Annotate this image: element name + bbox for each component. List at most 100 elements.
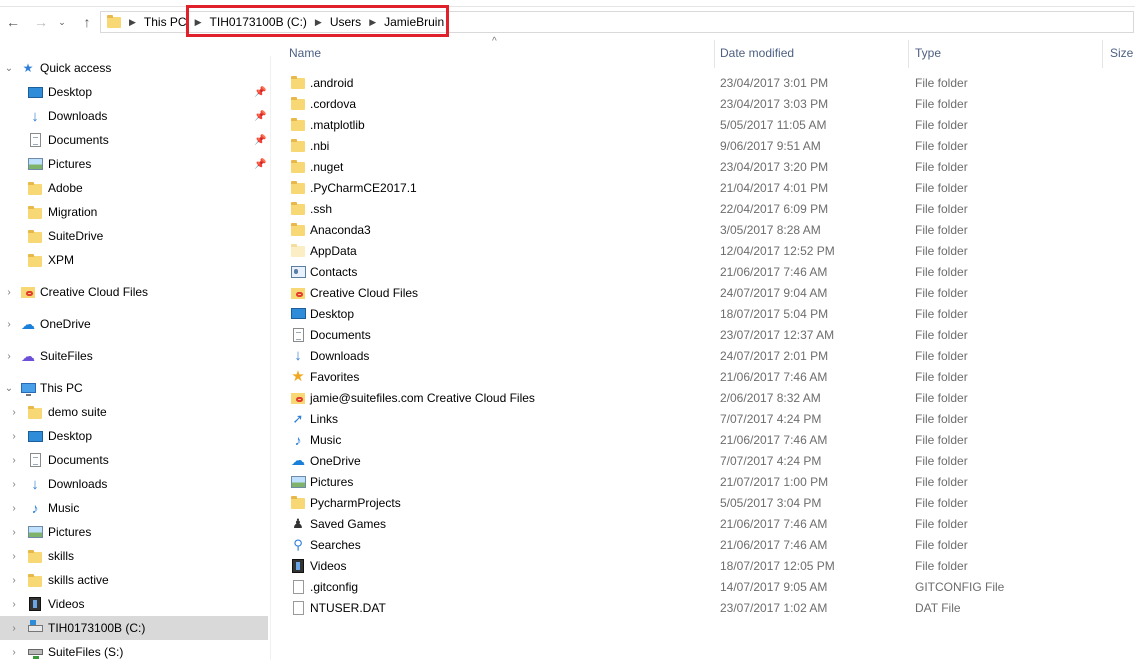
file-row[interactable]: Pictures 21/07/2017 1:00 PM File folder — [286, 471, 1135, 492]
file-row[interactable]: ➚ Links 7/07/2017 4:24 PM File folder — [286, 408, 1135, 429]
chevron-right-icon[interactable]: › — [9, 431, 19, 442]
file-date-modified: 21/04/2017 4:01 PM — [720, 180, 829, 195]
chevron-right-icon[interactable]: › — [9, 407, 19, 418]
column-divider[interactable] — [1102, 40, 1103, 68]
sidebar-item-desktop[interactable]: Desktop 📌 — [0, 80, 268, 104]
column-header-size[interactable]: Size — [1110, 46, 1133, 60]
file-row[interactable]: Creative Cloud Files 24/07/2017 9:04 AM … — [286, 282, 1135, 303]
chevron-right-icon[interactable]: › — [9, 575, 19, 586]
sidebar-item-suitefiles-drive[interactable]: › SuiteFiles (S:) — [0, 640, 268, 664]
back-arrow-icon[interactable]: ← — [4, 13, 22, 31]
chevron-right-icon[interactable]: › — [9, 599, 19, 610]
file-row[interactable]: ♟ Saved Games 21/06/2017 7:46 AM File fo… — [286, 513, 1135, 534]
chevron-right-icon[interactable]: › — [9, 647, 19, 658]
documents-icon — [27, 452, 43, 468]
documents-icon — [290, 327, 306, 343]
column-header-date-modified[interactable]: Date modified — [720, 46, 794, 60]
file-icon — [290, 600, 306, 616]
file-row[interactable]: .matplotlib 5/05/2017 11:05 AM File fold… — [286, 114, 1135, 135]
chevron-right-icon[interactable]: › — [9, 623, 19, 634]
breadcrumb-separator-icon[interactable]: ▶ — [129, 17, 136, 28]
file-date-modified: 3/05/2017 8:28 AM — [720, 222, 821, 237]
chevron-right-icon[interactable]: › — [9, 551, 19, 562]
file-type: File folder — [915, 264, 968, 279]
breadcrumb-this-pc[interactable]: This PC — [144, 15, 187, 29]
folder-icon — [290, 159, 306, 175]
sidebar-item-adobe[interactable]: Adobe — [0, 176, 268, 200]
chevron-right-icon[interactable]: › — [9, 503, 19, 514]
chevron-down-icon[interactable]: ⌄ — [4, 63, 14, 74]
forward-arrow-icon[interactable]: → — [32, 13, 50, 31]
sidebar-item-xpm[interactable]: XPM — [0, 248, 268, 272]
file-row[interactable]: jamie@suitefiles.com Creative Cloud File… — [286, 387, 1135, 408]
sidebar-item-documents-pc[interactable]: › Documents — [0, 448, 268, 472]
sidebar-item-this-pc[interactable]: ⌄ This PC — [0, 376, 268, 400]
file-row[interactable]: Contacts 21/06/2017 7:46 AM File folder — [286, 261, 1135, 282]
chevron-right-icon[interactable]: › — [9, 479, 19, 490]
file-row[interactable]: Videos 18/07/2017 12:05 PM File folder — [286, 555, 1135, 576]
sidebar-item-demo-suite[interactable]: › demo suite — [0, 400, 268, 424]
sidebar-item-migration[interactable]: Migration — [0, 200, 268, 224]
file-row[interactable]: ♪ Music 21/06/2017 7:46 AM File folder — [286, 429, 1135, 450]
file-row[interactable]: Desktop 18/07/2017 5:04 PM File folder — [286, 303, 1135, 324]
column-divider[interactable] — [714, 40, 715, 68]
folder-icon — [290, 495, 306, 511]
file-row[interactable]: .gitconfig 14/07/2017 9:05 AM GITCONFIG … — [286, 576, 1135, 597]
file-row[interactable]: .nuget 23/04/2017 3:20 PM File folder — [286, 156, 1135, 177]
sidebar-item-downloads[interactable]: ↓ Downloads 📌 — [0, 104, 268, 128]
sidebar-item-suitedrive[interactable]: SuiteDrive — [0, 224, 268, 248]
chevron-right-icon[interactable]: › — [4, 287, 14, 298]
folder-icon — [27, 180, 43, 196]
sidebar-item-skills-active[interactable]: › skills active — [0, 568, 268, 592]
recent-locations-chevron-icon[interactable]: ⌄ — [56, 13, 68, 31]
file-date-modified: 18/07/2017 12:05 PM — [720, 558, 835, 573]
pin-icon[interactable]: 📌 — [254, 111, 266, 122]
column-header-name[interactable]: Name — [289, 46, 321, 60]
downloads-icon: ↓ — [294, 347, 302, 364]
sidebar-item-music[interactable]: › ♪ Music — [0, 496, 268, 520]
file-row[interactable]: PycharmProjects 5/05/2017 3:04 PM File f… — [286, 492, 1135, 513]
sidebar-item-documents[interactable]: Documents 📌 — [0, 128, 268, 152]
column-divider[interactable] — [908, 40, 909, 68]
file-row[interactable]: Anaconda3 3/05/2017 8:28 AM File folder — [286, 219, 1135, 240]
sidebar-item-skills[interactable]: › skills — [0, 544, 268, 568]
file-row[interactable]: .android 23/04/2017 3:01 PM File folder — [286, 72, 1135, 93]
file-row[interactable]: NTUSER.DAT 23/07/2017 1:02 AM DAT File — [286, 597, 1135, 618]
sidebar-item-onedrive[interactable]: › ☁ OneDrive — [0, 312, 268, 336]
chevron-right-icon[interactable]: › — [4, 351, 14, 362]
file-row[interactable]: .nbi 9/06/2017 9:51 AM File folder — [286, 135, 1135, 156]
sidebar-item-label: skills — [48, 549, 74, 563]
folder-icon — [290, 201, 306, 217]
sidebar-item-desktop-pc[interactable]: › Desktop — [0, 424, 268, 448]
sidebar-item-creative-cloud-files[interactable]: › Creative Cloud Files — [0, 280, 268, 304]
file-row[interactable]: ↓ Downloads 24/07/2017 2:01 PM File fold… — [286, 345, 1135, 366]
file-row[interactable]: Documents 23/07/2017 12:37 AM File folde… — [286, 324, 1135, 345]
sidebar-item-pictures-pc[interactable]: › Pictures — [0, 520, 268, 544]
chevron-right-icon[interactable]: › — [9, 527, 19, 538]
sidebar-item-local-drive[interactable]: › TIH0173100B (C:) — [0, 616, 268, 640]
file-row[interactable]: ☁ OneDrive 7/07/2017 4:24 PM File folder — [286, 450, 1135, 471]
sidebar-item-pictures[interactable]: Pictures 📌 — [0, 152, 268, 176]
sidebar-item-downloads-pc[interactable]: › ↓ Downloads — [0, 472, 268, 496]
file-date-modified: 21/06/2017 7:46 AM — [720, 537, 828, 552]
sidebar-item-videos[interactable]: › Videos — [0, 592, 268, 616]
file-row[interactable]: ★ Favorites 21/06/2017 7:46 AM File fold… — [286, 366, 1135, 387]
sidebar-item-quick-access[interactable]: ⌄ ★ Quick access — [0, 56, 268, 80]
pin-icon[interactable]: 📌 — [254, 159, 266, 170]
sidebar-item-label: This PC — [40, 381, 83, 395]
file-row[interactable]: .ssh 22/04/2017 6:09 PM File folder — [286, 198, 1135, 219]
file-row[interactable]: AppData 12/04/2017 12:52 PM File folder — [286, 240, 1135, 261]
file-row[interactable]: .PyCharmCE2017.1 21/04/2017 4:01 PM File… — [286, 177, 1135, 198]
pin-icon[interactable]: 📌 — [254, 135, 266, 146]
file-row[interactable]: ⚲ Searches 21/06/2017 7:46 AM File folde… — [286, 534, 1135, 555]
folder-icon — [290, 117, 306, 133]
file-row[interactable]: .cordova 23/04/2017 3:03 PM File folder — [286, 93, 1135, 114]
sidebar-item-suitefiles[interactable]: › ☁ SuiteFiles — [0, 344, 268, 368]
file-type: File folder — [915, 159, 968, 174]
column-header-type[interactable]: Type — [915, 46, 941, 60]
up-arrow-icon[interactable]: ↑ — [78, 13, 96, 31]
chevron-right-icon[interactable]: › — [4, 319, 14, 330]
chevron-down-icon[interactable]: ⌄ — [4, 383, 14, 394]
pin-icon[interactable]: 📌 — [254, 87, 266, 98]
chevron-right-icon[interactable]: › — [9, 455, 19, 466]
